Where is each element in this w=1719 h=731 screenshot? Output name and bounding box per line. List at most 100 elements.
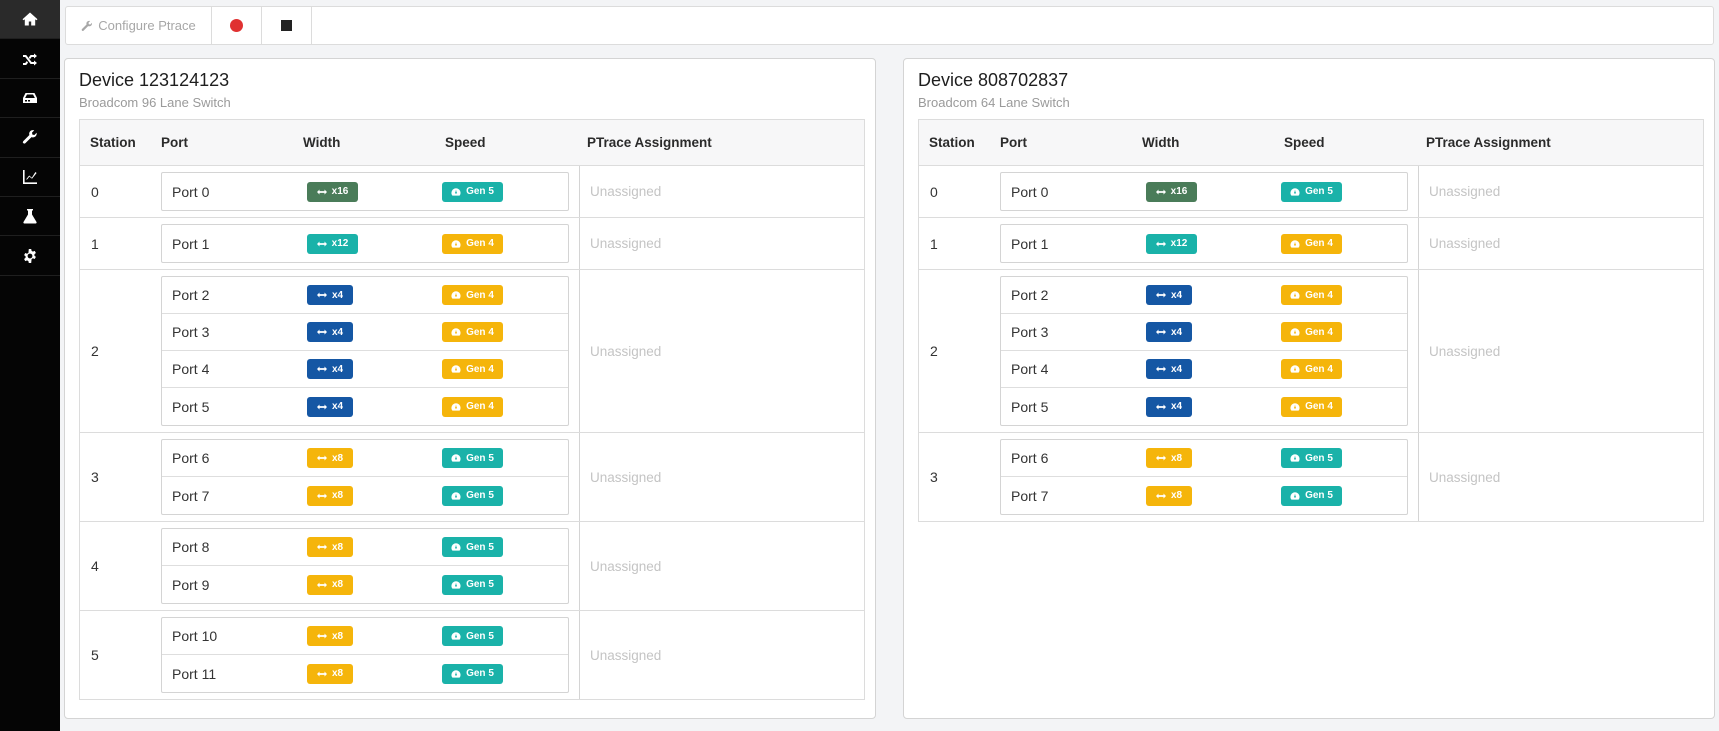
speed-label: Gen 5 — [1305, 452, 1333, 464]
port-name: Port 6 — [1011, 450, 1049, 466]
station-number: 5 — [91, 647, 99, 663]
column-header-station: Station — [90, 135, 136, 150]
ptrace-assignment[interactable]: Unassigned — [579, 522, 864, 610]
port-row[interactable]: Port 5 x4 Gen 4 — [1001, 388, 1407, 425]
width-label: x8 — [331, 630, 344, 642]
speed-cell: Gen 5 — [442, 574, 567, 595]
width-label: x4 — [1170, 326, 1183, 338]
station-number: 1 — [91, 235, 99, 252]
speed-label: Gen 4 — [1305, 363, 1333, 375]
station-number: 2 — [91, 343, 99, 359]
width-label: x4 — [331, 363, 344, 375]
record-button[interactable] — [212, 7, 262, 44]
ptrace-assignment[interactable]: Unassigned — [579, 166, 864, 217]
arrows-horizontal-icon — [316, 544, 327, 550]
port-row[interactable]: Port 10 x8 Gen 5 — [162, 618, 568, 655]
speed-label: Gen 5 — [466, 579, 494, 590]
speed-cell: Gen 4 — [442, 359, 567, 379]
port-row[interactable]: Port 5 x4 Gen 4 — [162, 388, 568, 425]
station-number: 2 — [930, 343, 938, 359]
port-name: Port 5 — [1011, 398, 1049, 415]
column-header-width: Width — [1142, 135, 1180, 150]
port-row[interactable]: Port 1 x12 Gen 4 — [162, 225, 568, 262]
device-title: Device 123124123 — [79, 70, 230, 90]
configure-ptrace-button[interactable]: Configure Ptrace — [66, 7, 212, 44]
port-name: Port 9 — [172, 576, 210, 593]
ptrace-assignment[interactable]: Unassigned — [1418, 433, 1703, 521]
width-cell: x4 — [1146, 322, 1281, 342]
ptrace-assignment[interactable]: Unassigned — [1418, 218, 1703, 269]
port-row[interactable]: Port 4 x4 Gen 4 — [1001, 351, 1407, 388]
table-row: 0 Port 0 x16 Gen 5 Unassigned — [919, 166, 1703, 218]
width-badge: x4 — [1146, 322, 1192, 342]
sidebar-item-settings[interactable] — [0, 236, 60, 276]
port-row[interactable]: Port 11 x8 Gen 5 — [162, 655, 568, 692]
sidebar-item-lab[interactable] — [0, 197, 60, 237]
port-row[interactable]: Port 7 x8 Gen 5 — [162, 477, 568, 514]
port-row[interactable]: Port 1 x12 Gen 4 — [1001, 225, 1407, 262]
table-row: 3 Port 6 x8 Gen 5 Port 7 x8 Gen 5 Unassigned — [80, 433, 864, 522]
port-row[interactable]: Port 2 x4 Gen 4 — [162, 277, 568, 314]
arrows-horizontal-icon — [316, 189, 327, 194]
port-row[interactable]: Port 7 x8 Gen 5 — [1001, 477, 1407, 514]
arrows-horizontal-icon — [1155, 404, 1166, 409]
speed-label: Gen 5 — [466, 630, 494, 642]
table-row: 1 Port 1 x12 Gen 4 Unassigned — [919, 218, 1703, 270]
arrows-horizontal-icon — [316, 493, 327, 498]
speed-label: Gen 5 — [466, 668, 494, 679]
speed-cell: Gen 5 — [1281, 181, 1406, 202]
ptrace-assignment[interactable]: Unassigned — [579, 433, 864, 521]
port-row[interactable]: Port 6 x8 Gen 5 — [162, 440, 568, 477]
ptrace-assignment[interactable]: Unassigned — [1418, 270, 1703, 432]
ptrace-assignment[interactable]: Unassigned — [579, 611, 864, 699]
speed-badge: Gen 4 — [1281, 359, 1342, 379]
width-cell: x8 — [1146, 448, 1281, 468]
width-badge: x8 — [1146, 448, 1192, 468]
arrows-horizontal-icon — [1155, 329, 1166, 335]
port-row[interactable]: Port 8 x8 Gen 5 — [162, 529, 568, 566]
speed-badge: Gen 5 — [1281, 485, 1342, 506]
port-row[interactable]: Port 9 x8 Gen 5 — [162, 566, 568, 603]
width-label: x8 — [1170, 490, 1183, 501]
sidebar-item-home[interactable] — [0, 0, 60, 40]
table-row: 2 Port 2 x4 Gen 4 Port 3 x4 Gen 4 Port 4 x4 Gen 4… — [919, 270, 1703, 433]
width-badge: x16 — [1146, 181, 1197, 202]
port-row[interactable]: Port 0 x16 Gen 5 — [1001, 173, 1407, 210]
sidebar-item-storage[interactable] — [0, 79, 60, 119]
speed-badge: Gen 5 — [1281, 181, 1342, 202]
arrows-horizontal-icon — [1155, 493, 1166, 498]
speed-badge: Gen 4 — [1281, 322, 1342, 342]
sidebar-item-analytics[interactable] — [0, 158, 60, 197]
speed-badge: Gen 4 — [1281, 233, 1342, 254]
column-header-ptrace-assignment: PTrace Assignment — [587, 135, 712, 150]
port-row[interactable]: Port 4 x4 Gen 4 — [162, 351, 568, 388]
gauge-icon — [451, 669, 461, 678]
arrows-horizontal-icon — [316, 329, 327, 335]
port-row[interactable]: Port 3 x4 Gen 4 — [162, 314, 568, 351]
arrows-horizontal-icon — [316, 404, 327, 409]
width-cell: x8 — [307, 485, 442, 506]
arrows-horizontal-icon — [316, 455, 327, 461]
port-row[interactable]: Port 6 x8 Gen 5 — [1001, 440, 1407, 477]
speed-cell: Gen 4 — [1281, 322, 1406, 342]
port-row[interactable]: Port 2 x4 Gen 4 — [1001, 277, 1407, 314]
port-row[interactable]: Port 0 x16 Gen 5 — [162, 173, 568, 210]
stop-button[interactable] — [262, 7, 312, 44]
port-group: Port 6 x8 Gen 5 Port 7 x8 Gen 5 — [1000, 439, 1408, 515]
speed-label: Gen 5 — [466, 490, 494, 501]
width-label: x8 — [331, 579, 344, 590]
sidebar-item-shuffle[interactable] — [0, 39, 60, 79]
sidebar-item-configure[interactable] — [0, 118, 60, 158]
port-name: Port 7 — [1011, 487, 1049, 504]
speed-cell: Gen 4 — [442, 396, 567, 417]
ptrace-assignment[interactable]: Unassigned — [579, 270, 864, 432]
port-row[interactable]: Port 3 x4 Gen 4 — [1001, 314, 1407, 351]
port-name: Port 0 — [172, 183, 210, 200]
arrows-horizontal-icon — [316, 366, 327, 372]
ptrace-assignment[interactable]: Unassigned — [579, 218, 864, 269]
port-group: Port 6 x8 Gen 5 Port 7 x8 Gen 5 — [161, 439, 569, 515]
ptrace-assignment[interactable]: Unassigned — [1418, 166, 1703, 217]
port-name: Port 3 — [1011, 324, 1049, 340]
column-header-width: Width — [303, 135, 341, 150]
home-icon — [22, 12, 38, 26]
